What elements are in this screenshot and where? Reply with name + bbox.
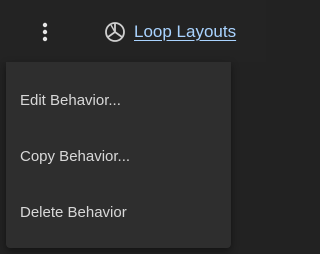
menu-item-label: Copy Behavior... — [20, 147, 131, 165]
behavior-context-menu: Edit Behavior... Copy Behavior... Delete… — [6, 62, 231, 248]
loop-layouts-icon — [105, 22, 125, 42]
vertical-ellipsis-icon — [42, 22, 48, 42]
menu-item-copy-behavior[interactable]: Copy Behavior... — [6, 128, 231, 184]
loop-layouts-label: Loop Layouts — [134, 22, 237, 41]
loop-layouts-link[interactable]: Loop Layouts — [104, 20, 236, 44]
more-options-button[interactable] — [32, 19, 58, 45]
top-bar: Loop Layouts — [0, 0, 266, 62]
menu-item-edit-behavior[interactable]: Edit Behavior... — [6, 72, 231, 128]
menu-item-label: Delete Behavior — [20, 203, 127, 221]
menu-item-delete-behavior[interactable]: Delete Behavior — [6, 184, 231, 240]
menu-item-label: Edit Behavior... — [20, 91, 121, 109]
